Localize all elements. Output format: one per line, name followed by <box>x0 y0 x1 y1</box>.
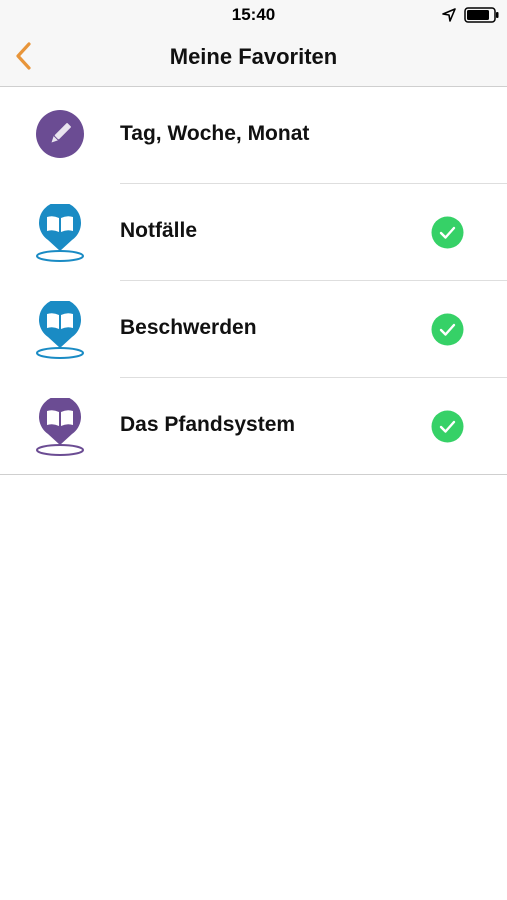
checkmark-icon[interactable] <box>431 216 464 249</box>
list-item-label: Beschwerden <box>120 316 257 339</box>
book-pin-icon <box>34 301 86 359</box>
list-item[interactable]: Notfälle <box>0 184 507 281</box>
list-item[interactable]: Tag, Woche, Monat <box>0 87 507 184</box>
checkmark-icon[interactable] <box>431 313 464 346</box>
list-item-label: Das Pfandsystem <box>120 413 296 436</box>
book-pin-icon <box>34 204 86 262</box>
navigation-bar: Meine Favoriten <box>0 30 507 87</box>
list-item-label: Tag, Woche, Monat <box>120 122 310 145</box>
page-title: Meine Favoriten <box>169 44 338 69</box>
location-arrow-icon <box>442 8 456 22</box>
favorites-list: Tag, Woche, Monat Notfälle Beschwerden D… <box>0 87 507 475</box>
pencil-circle-icon <box>34 107 86 165</box>
book-pin-icon <box>34 398 86 456</box>
battery-icon <box>464 7 500 23</box>
list-item-label: Notfälle <box>120 219 198 242</box>
divider <box>0 474 507 475</box>
checkmark-icon[interactable] <box>431 410 464 443</box>
status-bar: 15:40 <box>0 0 507 30</box>
list-item[interactable]: Das Pfandsystem <box>0 378 507 475</box>
status-time: 15:40 <box>231 5 276 24</box>
list-item[interactable]: Beschwerden <box>0 281 507 378</box>
